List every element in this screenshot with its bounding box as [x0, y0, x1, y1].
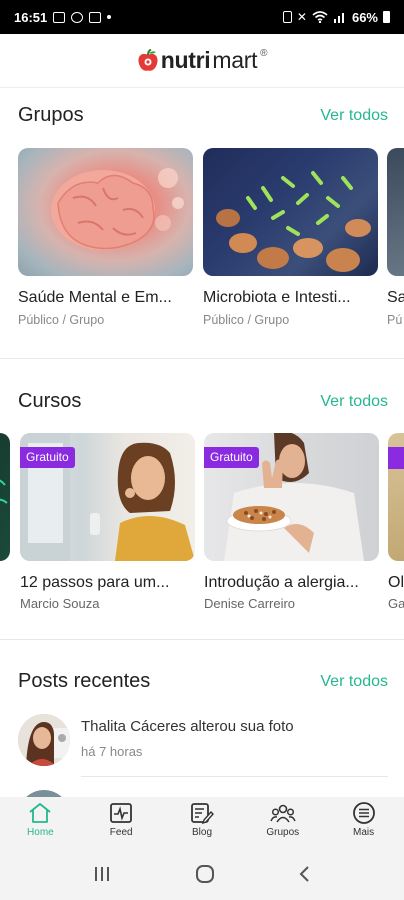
post-text: Thalita Cáceres alterou sua foto: [81, 718, 294, 735]
courses-title: Cursos: [18, 390, 82, 412]
post-divider: [81, 776, 388, 777]
course-author: Ga: [388, 596, 404, 611]
avatar-photo: [18, 714, 70, 766]
groups-see-all-link[interactable]: Ver todos: [320, 107, 388, 125]
wifi-icon: [312, 11, 328, 23]
courses-see-all-link[interactable]: Ver todos: [320, 393, 388, 411]
course-card[interactable]: Gratuito 12 passos para um... Marcio Sou…: [20, 433, 195, 611]
group-title: Microbiota e Intesti...: [203, 289, 351, 306]
bottom-navigation: Home Feed Blog Grupos Mais: [0, 797, 404, 848]
avatar[interactable]: [18, 714, 70, 766]
posts-section-header: Posts recentes Ver todos: [18, 670, 388, 693]
groups-section-header: Grupos Ver todos: [18, 104, 388, 127]
group-meta: Público / Grupo: [18, 313, 105, 327]
group-meta: Pú: [387, 313, 403, 327]
blog-icon: [191, 803, 214, 824]
course-card-partial[interactable]: [0, 433, 10, 561]
course-image-food-refusal: Gratuito: [204, 433, 379, 561]
nav-groups[interactable]: Grupos: [242, 797, 323, 848]
section-divider: [0, 639, 404, 640]
home-icon: [29, 803, 51, 823]
battery-level: 66%: [351, 9, 378, 25]
brand-name-regular: mart: [212, 47, 258, 73]
brain-illustration: [51, 168, 184, 250]
nav-feed[interactable]: Feed: [81, 797, 162, 848]
status-time: 16:51: [14, 9, 48, 25]
group-card[interactable]: Sa Pú: [387, 148, 404, 327]
group-image-brain: [18, 148, 193, 276]
course-free-badge-partial: [388, 447, 404, 469]
course-card[interactable]: Ol Ga: [388, 433, 404, 611]
course-title: Introdução a alergia...: [204, 574, 359, 591]
status-bar: 16:51 ✕ 66%: [0, 0, 404, 34]
group-image-microbiota: [203, 148, 378, 276]
lock-icon: [282, 11, 292, 23]
system-navigation-bar: [0, 848, 404, 900]
course-title: Ol: [388, 574, 404, 591]
course-image-partial: [388, 433, 404, 561]
signal-icon: [333, 13, 344, 23]
gallery-notification-icon: [53, 11, 66, 23]
group-meta: Público / Grupo: [203, 313, 290, 327]
posts-see-all-link[interactable]: Ver todos: [320, 673, 388, 691]
registered-mark: ®: [260, 48, 268, 59]
course-free-badge: Gratuito: [20, 447, 75, 468]
nav-label: Home: [27, 827, 54, 838]
group-title: Sa: [387, 289, 404, 306]
course-author: Denise Carreiro: [204, 596, 296, 611]
apple-logo-icon: [138, 48, 158, 71]
group-image-partial: [387, 148, 404, 276]
more-notifications-icon: [107, 15, 112, 19]
app-notification-icon: [89, 11, 102, 23]
nav-label: Mais: [353, 827, 375, 838]
mute-icon: ✕: [296, 10, 307, 24]
course-partial-illustration: [0, 479, 8, 504]
recent-post-item[interactable]: Thalita Cáceres alterou sua foto há 7 ho…: [18, 712, 388, 777]
home-button-icon[interactable]: [195, 864, 215, 884]
posts-title: Posts recentes: [18, 670, 151, 692]
home-content[interactable]: Grupos Ver todos Saúde Mental e Em... Pú…: [0, 88, 404, 800]
course-free-badge: Gratuito: [204, 447, 259, 468]
courses-section-header: Cursos Ver todos: [18, 390, 388, 413]
course-title: 12 passos para um...: [20, 574, 170, 591]
course-author: Marcio Souza: [20, 596, 100, 611]
groups-title: Grupos: [18, 104, 84, 126]
nutrimart-logo[interactable]: nutri mart ®: [137, 47, 268, 74]
section-divider: [0, 358, 404, 359]
back-icon[interactable]: [298, 865, 312, 883]
recent-apps-icon[interactable]: [92, 865, 112, 883]
course-image-partial: [0, 433, 10, 561]
nav-more[interactable]: Mais: [323, 797, 404, 848]
nav-label: Grupos: [266, 827, 300, 838]
menu-icon: [352, 802, 375, 824]
group-card[interactable]: Saúde Mental e Em... Público / Grupo: [18, 148, 193, 327]
groups-icon: [270, 804, 296, 823]
feed-icon: [110, 803, 133, 823]
course-image-woman-eating: Gratuito: [20, 433, 195, 561]
group-card[interactable]: Microbiota e Intesti... Público / Grupo: [203, 148, 378, 327]
nav-label: Feed: [109, 827, 133, 838]
nav-label: Blog: [191, 827, 212, 838]
nav-blog[interactable]: Blog: [162, 797, 243, 848]
post-timestamp: há 7 horas: [81, 744, 143, 759]
whatsapp-notification-icon: [71, 11, 84, 23]
brand-name-bold: nutri: [160, 47, 211, 73]
nav-home[interactable]: Home: [0, 797, 81, 848]
group-title: Saúde Mental e Em...: [18, 289, 172, 306]
app-header: nutri mart ®: [0, 34, 404, 88]
bacteria-illustration: [216, 171, 371, 272]
battery-icon: [383, 11, 390, 23]
course-card[interactable]: Gratuito Introdução a alergia... Denise …: [204, 433, 379, 611]
